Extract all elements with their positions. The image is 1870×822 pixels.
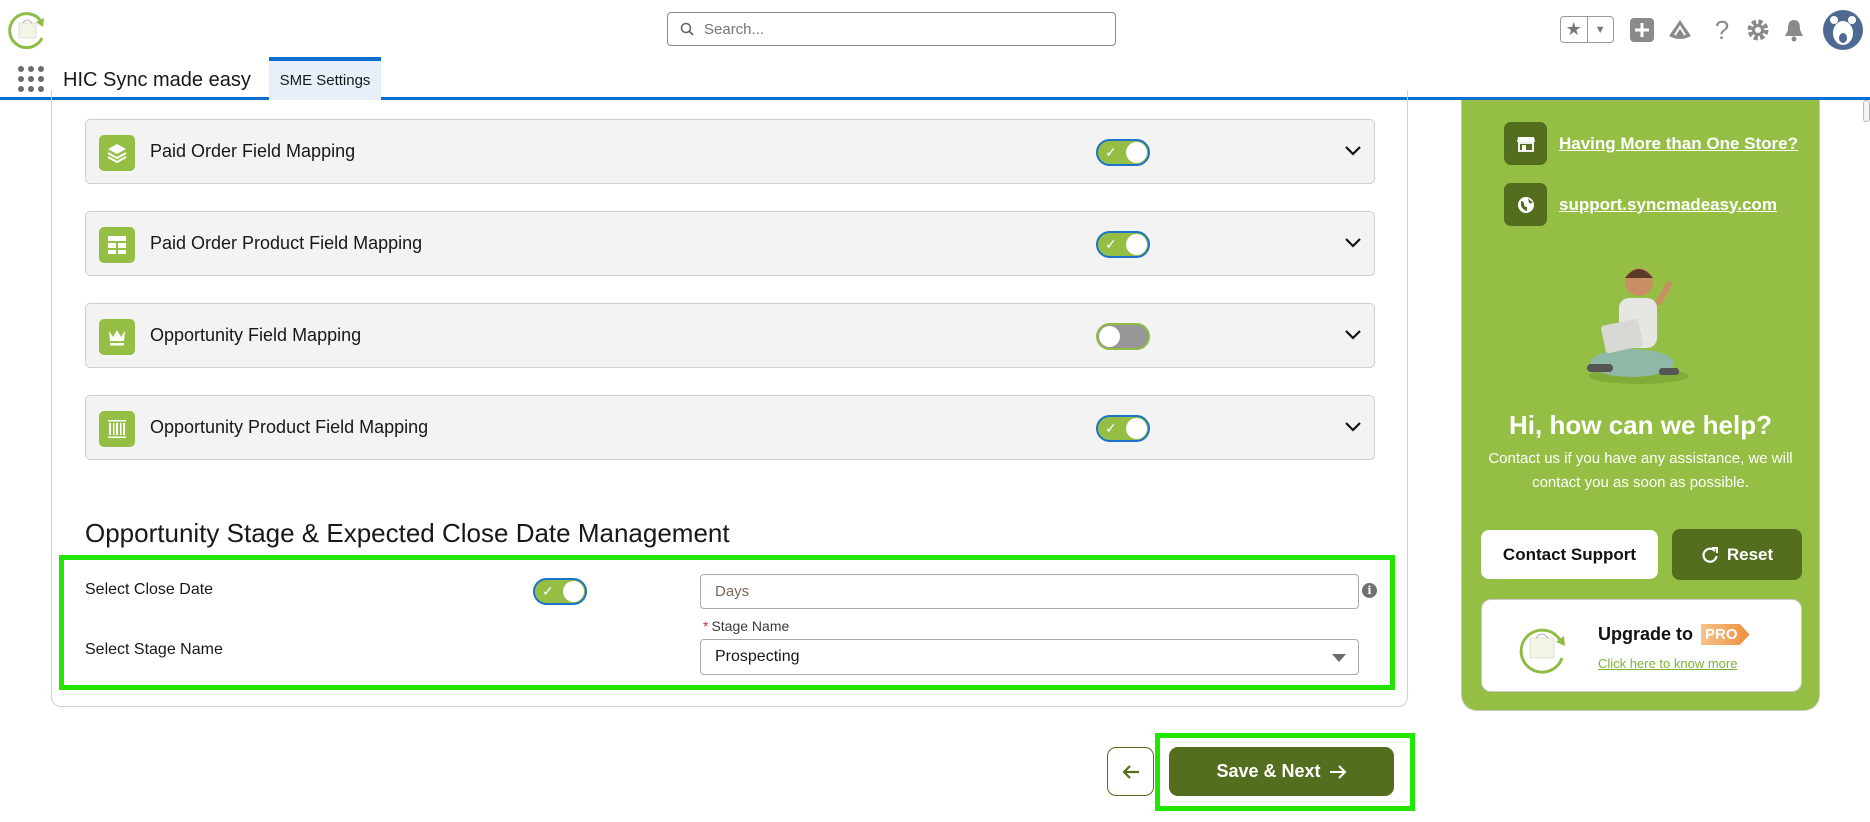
support-agent-illustration <box>1587 268 1689 384</box>
chevron-down-icon[interactable] <box>1341 414 1365 438</box>
help-title: Hi, how can we help? <box>1509 410 1772 440</box>
add-icon[interactable] <box>1628 16 1656 44</box>
support-site-link[interactable]: support.syncmadeasy.com <box>1559 195 1777 215</box>
section-heading: Opportunity Stage & Expected Close Date … <box>85 518 730 548</box>
accordion-opportunity-product-field-mapping[interactable]: Opportunity Product Field Mapping ✓ <box>85 395 1375 460</box>
stage-field-label-text: Stage Name <box>711 618 790 634</box>
stage-name-value: Prospecting <box>715 648 800 665</box>
stage-name-label: Select Stage Name <box>85 641 223 658</box>
close-date-label: Select Close Date <box>85 581 214 598</box>
accordion-title: Paid Order Field Mapping <box>150 141 356 161</box>
know-more-link[interactable]: Click here to know more <box>1598 656 1737 671</box>
store-icon <box>1504 122 1547 165</box>
required-marker: * <box>703 618 709 634</box>
support-site-link-row[interactable]: support.syncmadeasy.com <box>1504 183 1777 226</box>
accordion-title: Opportunity Product Field Mapping <box>150 417 429 437</box>
reset-label: Reset <box>1726 544 1774 564</box>
table-icon <box>99 227 135 263</box>
accordion-title: Paid Order Product Field Mapping <box>150 233 423 253</box>
layers-icon <box>99 135 135 171</box>
arrow-right-icon <box>1329 764 1346 779</box>
app-logo <box>8 12 44 50</box>
chevron-down-icon[interactable] <box>1341 322 1365 346</box>
contact-support-button[interactable]: Contact Support <box>1481 530 1658 579</box>
barcode-icon <box>99 411 135 447</box>
app-launcher-icon[interactable] <box>18 66 44 92</box>
arrow-left-icon <box>1121 764 1139 779</box>
search-box[interactable] <box>667 12 1116 46</box>
stage-field-label: * Stage Name <box>703 618 789 634</box>
days-input[interactable] <box>700 574 1359 609</box>
accordion-paid-order-field-mapping[interactable]: Paid Order Field Mapping ✓ <box>85 119 1375 184</box>
trailhead-icon[interactable] <box>1666 16 1694 44</box>
sync-made-easy-logo <box>1519 628 1565 674</box>
help-icon[interactable]: ? <box>1708 15 1736 45</box>
notifications-bell-icon[interactable] <box>1780 16 1808 44</box>
crown-icon <box>99 319 135 355</box>
chevron-down-icon[interactable] <box>1341 138 1365 162</box>
enable-toggle[interactable]: ✓ <box>1096 415 1150 442</box>
upgrade-title: Upgrade to PRO <box>1598 624 1750 645</box>
stage-name-select[interactable]: Prospecting <box>700 639 1359 675</box>
favorites-button[interactable]: ★ ▼ <box>1560 16 1614 43</box>
save-next-label: Save & Next <box>1216 761 1321 781</box>
setup-gear-icon[interactable] <box>1744 16 1772 44</box>
search-icon <box>680 22 694 36</box>
back-button[interactable] <box>1107 747 1154 796</box>
save-next-button[interactable]: Save & Next <box>1169 747 1394 796</box>
multi-store-link[interactable]: Having More than One Store? <box>1559 134 1798 154</box>
enable-toggle[interactable]: ✓ <box>1096 139 1150 166</box>
search-input[interactable] <box>704 20 1084 38</box>
reset-button[interactable]: Reset <box>1672 529 1802 580</box>
close-date-toggle[interactable]: ✓ <box>533 578 587 605</box>
accordion-opportunity-field-mapping[interactable]: Opportunity Field Mapping <box>85 303 1375 368</box>
upgrade-card[interactable]: Upgrade to PRO Click here to know more <box>1481 599 1802 692</box>
dropdown-arrow-icon <box>1332 654 1346 662</box>
accordion-title: Opportunity Field Mapping <box>150 325 362 345</box>
enable-toggle[interactable]: ✓ <box>1096 231 1150 258</box>
avatar[interactable] <box>1823 10 1863 50</box>
enable-toggle[interactable] <box>1096 323 1150 350</box>
multi-store-link-row[interactable]: Having More than One Store? <box>1504 122 1798 165</box>
globe-icon <box>1504 183 1547 226</box>
help-description: Contact us if you have any assistance, w… <box>1488 450 1793 491</box>
favorites-star-icon[interactable]: ★ <box>1561 17 1587 42</box>
refresh-icon <box>1702 546 1718 563</box>
app-name: HIC Sync made easy <box>63 69 251 91</box>
pro-badge: PRO <box>1701 624 1750 645</box>
chevron-down-icon[interactable] <box>1341 230 1365 254</box>
scrollbar[interactable] <box>1863 100 1870 122</box>
upgrade-title-text: Upgrade to <box>1598 624 1694 644</box>
info-icon[interactable]: i <box>1362 583 1377 598</box>
accordion-paid-order-product-field-mapping[interactable]: Paid Order Product Field Mapping ✓ <box>85 211 1375 276</box>
chevron-down-icon[interactable]: ▼ <box>1586 17 1614 42</box>
